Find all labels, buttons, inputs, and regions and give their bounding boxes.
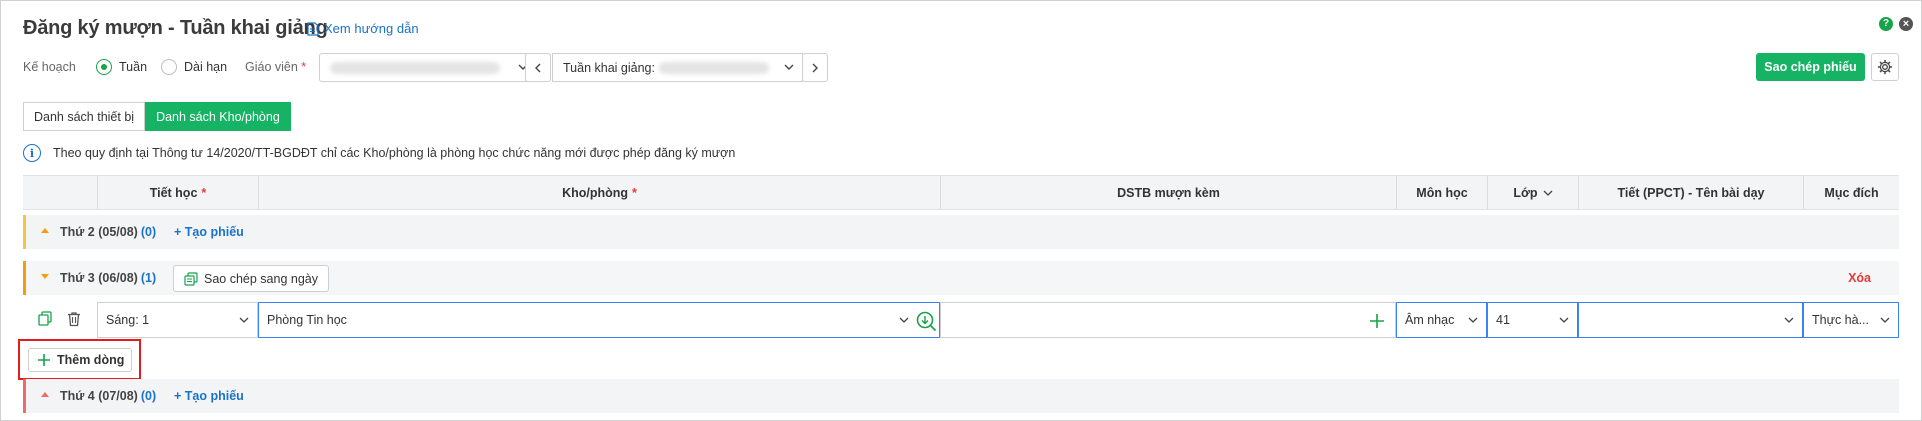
duplicate-icon[interactable] (37, 311, 53, 327)
plus-icon (38, 354, 50, 366)
close-icon[interactable]: × (1899, 17, 1913, 31)
col-lesson: Tiết (PPCT) - Tên bài dạy (1578, 176, 1803, 209)
class-select[interactable]: 41 (1487, 302, 1578, 338)
settings-button[interactable] (1871, 53, 1899, 81)
chevron-down-icon (784, 64, 794, 70)
document-icon (307, 21, 319, 36)
chevron-down-icon (1559, 317, 1569, 323)
col-equipment: DSTB mượn kèm (940, 176, 1396, 209)
col-period: Tiết học * (97, 176, 258, 209)
chevron-down-icon (239, 317, 249, 323)
col-subject: Môn học (1396, 176, 1487, 209)
trash-icon[interactable] (67, 311, 81, 327)
table-row: Sáng: 1 Phòng Tin học Âm nhạc 41 Thực hà… (23, 302, 1899, 338)
radio-week[interactable]: Tuần (96, 59, 147, 75)
radio-checked-icon (96, 59, 112, 75)
filter-bar: Kế hoạch Tuần Dài hạn Giáo viên * Tuần k… (23, 53, 1903, 85)
tab-room-list[interactable]: Danh sách Kho/phòng (145, 102, 291, 131)
create-ticket-link[interactable]: + Tạo phiếu (174, 225, 244, 239)
group-color-bar (23, 379, 26, 413)
redacted-value (330, 61, 500, 74)
radio-long-term[interactable]: Dài hạn (161, 59, 227, 75)
day-group-wednesday[interactable]: Thứ 4 (07/08) (0) + Tạo phiếu (23, 379, 1899, 413)
teacher-select[interactable] (319, 53, 537, 82)
gear-icon (1877, 59, 1893, 75)
purpose-select[interactable]: Thực hà... (1803, 302, 1899, 338)
caret-up-icon[interactable] (41, 392, 49, 397)
chevron-down-icon (1468, 317, 1478, 323)
group-color-bar (23, 215, 26, 249)
room-select[interactable]: Phòng Tin học (258, 302, 940, 338)
chevron-right-icon (812, 63, 818, 72)
caret-up-icon[interactable] (41, 228, 49, 233)
help-icon[interactable]: ? (1879, 17, 1893, 31)
redacted-value (658, 61, 769, 74)
subject-select[interactable]: Âm nhạc (1396, 302, 1487, 338)
lesson-select[interactable] (1578, 302, 1803, 338)
copy-icon (184, 272, 198, 286)
copy-ticket-button[interactable]: Sao chép phiếu (1756, 53, 1865, 81)
page-title: Đăng ký mượn - Tuần khai giảng (23, 17, 328, 39)
delete-day-link[interactable]: Xóa (1848, 271, 1871, 285)
chevron-down-icon (1880, 317, 1890, 323)
day-group-monday[interactable]: Thứ 2 (05/08) (0) + Tạo phiếu (23, 215, 1899, 249)
chevron-down-icon (899, 317, 909, 323)
create-ticket-link[interactable]: + Tạo phiếu (174, 389, 244, 403)
chevron-down-icon (1543, 190, 1553, 196)
guide-link[interactable]: Xem hướng dẫn (307, 21, 419, 36)
tab-bar: Danh sách thiết bị Danh sách Kho/phòng (23, 102, 291, 131)
col-purpose: Mục đích (1803, 176, 1899, 209)
teacher-label: Giáo viên * (245, 60, 307, 74)
notice-text: Theo quy định tại Thông tư 14/2020/TT-BG… (53, 146, 736, 160)
radio-unchecked-icon (161, 59, 177, 75)
plus-icon[interactable] (1369, 313, 1385, 329)
copy-to-day-button[interactable]: Sao chép sang ngày (173, 265, 329, 292)
day-group-tuesday[interactable]: Thứ 3 (06/08) (1) Sao chép sang ngày Xóa (23, 261, 1899, 295)
table-header: Tiết học * Kho/phòng * DSTB mượn kèm Môn h… (23, 175, 1899, 210)
app-window: Đăng ký mượn - Tuần khai giảng Xem hướng… (0, 0, 1922, 421)
caret-down-icon[interactable] (41, 274, 49, 279)
plan-label: Kế hoạch (23, 60, 76, 74)
group-color-bar (23, 261, 26, 295)
chevron-down-icon (1784, 317, 1794, 323)
col-room: Kho/phòng * (258, 176, 940, 209)
next-week-button[interactable] (802, 53, 828, 82)
equipment-input[interactable] (940, 302, 1396, 338)
tab-equipment-list[interactable]: Danh sách thiết bị (23, 102, 146, 131)
add-row-button[interactable]: Thêm dòng (28, 348, 132, 372)
week-select[interactable]: Tuần khai giảng: (552, 53, 803, 82)
period-select[interactable]: Sáng: 1 (97, 302, 258, 338)
add-row-highlight: Thêm dòng (18, 339, 141, 380)
chevron-left-icon (535, 63, 541, 72)
prev-week-button[interactable] (525, 53, 551, 82)
search-download-icon[interactable] (915, 310, 937, 332)
info-notice: i Theo quy định tại Thông tư 14/2020/TT-… (23, 144, 735, 162)
guide-link-label: Xem hướng dẫn (324, 21, 419, 36)
col-class[interactable]: Lớp (1487, 176, 1578, 209)
info-icon: i (23, 144, 41, 162)
